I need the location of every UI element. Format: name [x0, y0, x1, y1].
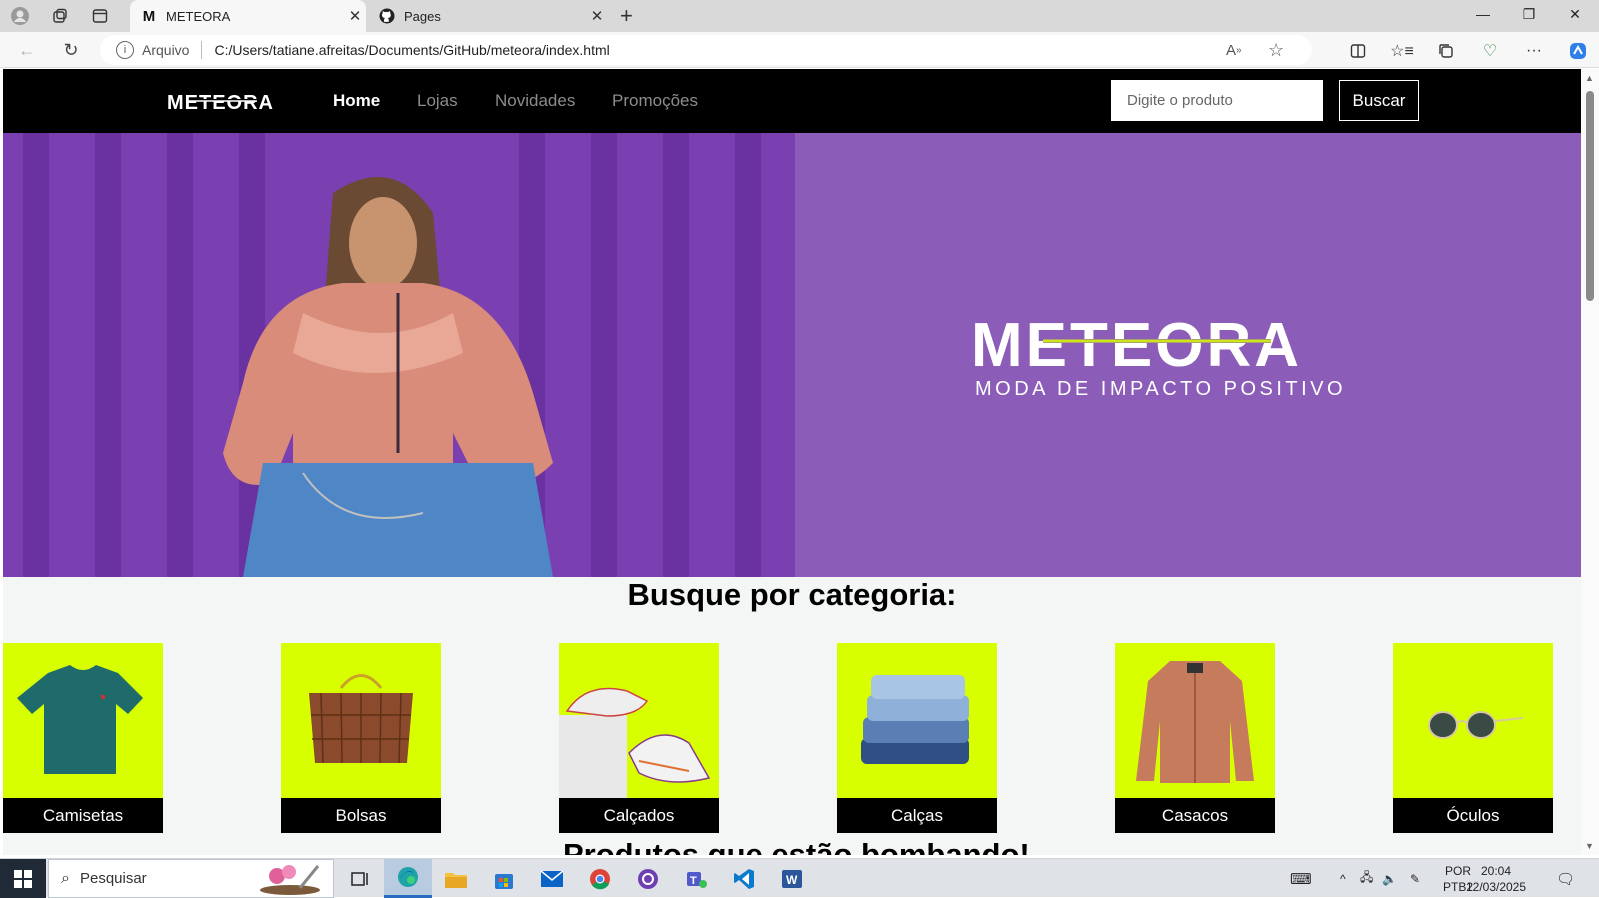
- hero-banner: METEORA MODA DE IMPACTO POSITIVO: [3, 133, 1581, 577]
- word-icon[interactable]: W: [768, 859, 816, 898]
- scroll-down-icon[interactable]: ▼: [1585, 841, 1594, 851]
- split-screen-icon[interactable]: [1344, 39, 1372, 63]
- svg-text:METEORA: METEORA: [167, 92, 274, 113]
- notifications-icon[interactable]: 🗨: [1556, 859, 1575, 898]
- svg-text:MODA DE IMPACTO POSITIVO: MODA DE IMPACTO POSITIVO: [975, 378, 1346, 400]
- vscode-icon[interactable]: [720, 859, 768, 898]
- site-header: METEORA Home Lojas Novidades Promoções B…: [3, 69, 1581, 133]
- address-bar: ← ↻ i Arquivo C:/Users/tatiane.afreitas/…: [0, 32, 1599, 68]
- svg-text:T: T: [690, 875, 697, 887]
- back-icon[interactable]: ←: [14, 38, 40, 62]
- pen-icon[interactable]: ✎: [1410, 859, 1420, 898]
- scroll-up-icon[interactable]: ▲: [1585, 73, 1594, 83]
- tshirt-image: [17, 665, 143, 774]
- category-card-calcas[interactable]: Calças: [837, 643, 997, 833]
- category-label: Óculos: [1393, 798, 1553, 833]
- browser-essentials-icon[interactable]: ♡: [1476, 39, 1504, 63]
- minimize-icon[interactable]: —: [1460, 0, 1506, 28]
- teams-icon[interactable]: T: [672, 859, 720, 898]
- tab-meteora[interactable]: M METEORA ✕: [130, 0, 366, 32]
- favorites-icon[interactable]: ☆≡: [1388, 39, 1416, 63]
- copilot-icon[interactable]: [1564, 39, 1592, 63]
- volume-icon[interactable]: 🔈: [1382, 859, 1397, 898]
- categories-title: Busque por categoria:: [627, 577, 957, 612]
- github-icon: [378, 7, 396, 25]
- restore-icon[interactable]: ❐: [1506, 0, 1552, 28]
- meteora-logo[interactable]: METEORA: [167, 89, 291, 113]
- sunglasses-image: [1428, 711, 1524, 739]
- category-card-camisetas[interactable]: Camisetas: [3, 643, 163, 833]
- category-card-calcados[interactable]: Calçados: [559, 643, 719, 833]
- product-search-input[interactable]: [1111, 80, 1323, 121]
- page-viewport: METEORA Home Lojas Novidades Promoções B…: [3, 69, 1581, 855]
- category-label: Calças: [837, 798, 997, 833]
- meteora-favicon-icon: M: [142, 7, 156, 25]
- keyboard-icon[interactable]: ⌨: [1290, 859, 1312, 898]
- show-hidden-icons-icon[interactable]: ^: [1340, 859, 1346, 898]
- new-tab-icon[interactable]: +: [620, 3, 633, 29]
- edge-taskbar-icon[interactable]: [384, 859, 432, 898]
- close-tab-icon[interactable]: ✕: [344, 7, 366, 25]
- site-info-icon[interactable]: i: [116, 41, 134, 59]
- close-window-icon[interactable]: ✕: [1552, 0, 1598, 28]
- category-card-oculos[interactable]: Óculos: [1393, 643, 1553, 833]
- url-text[interactable]: C:/Users/tatiane.afreitas/Documents/GitH…: [214, 42, 609, 58]
- windows-icon: [14, 869, 32, 888]
- category-label: Camisetas: [3, 798, 163, 833]
- tab-strip: M METEORA ✕ Pages ✕ + — ❐ ✕: [0, 0, 1599, 32]
- scrollbar-thumb[interactable]: [1586, 91, 1594, 301]
- nav-promocoes[interactable]: Promoções: [612, 91, 698, 111]
- refresh-icon[interactable]: ↻: [58, 38, 84, 62]
- hero-model-image: [3, 133, 795, 577]
- search-highlight-icon: [260, 865, 320, 895]
- start-button[interactable]: [0, 859, 46, 898]
- category-label: Calçados: [559, 798, 719, 833]
- taskbar: ⌕ Pesquisar T W ⌨ ^ 🖧 🔈 ✎ POR PTB2 20:04…: [0, 858, 1599, 898]
- url-divider: [201, 41, 203, 59]
- taskbar-search-placeholder: Pesquisar: [79, 870, 147, 887]
- url-field[interactable]: i Arquivo C:/Users/tatiane.afreitas/Docu…: [100, 35, 1312, 65]
- nav-lojas[interactable]: Lojas: [417, 91, 458, 111]
- category-label: Bolsas: [281, 798, 441, 833]
- task-view-icon[interactable]: [336, 859, 384, 898]
- category-card-casacos[interactable]: Casacos: [1115, 643, 1275, 833]
- tab-actions-icon[interactable]: [86, 4, 114, 28]
- nav-novidades[interactable]: Novidades: [495, 91, 575, 111]
- search-icon: ⌕: [61, 869, 70, 887]
- url-scheme-label: Arquivo: [142, 42, 190, 58]
- close-tab-icon[interactable]: ✕: [586, 7, 608, 25]
- github-desktop-icon[interactable]: [624, 859, 672, 898]
- taskbar-clock[interactable]: 20:04 12/03/2025: [1456, 863, 1536, 895]
- profile-icon[interactable]: [6, 4, 34, 28]
- file-explorer-icon[interactable]: [432, 859, 480, 898]
- more-options-icon[interactable]: ···: [1520, 39, 1548, 63]
- nav-home[interactable]: Home: [333, 91, 380, 111]
- tab-title: Pages: [404, 8, 441, 24]
- collections-icon[interactable]: [1432, 39, 1460, 63]
- store-icon[interactable]: [480, 859, 528, 898]
- jacket-image: [1136, 661, 1254, 783]
- category-label: Casacos: [1115, 798, 1275, 833]
- chrome-icon[interactable]: [576, 859, 624, 898]
- favorite-star-icon[interactable]: ☆: [1268, 35, 1284, 65]
- taskbar-search[interactable]: ⌕ Pesquisar: [48, 859, 334, 898]
- network-icon[interactable]: 🖧: [1360, 859, 1373, 898]
- read-aloud-icon[interactable]: A»: [1226, 35, 1242, 65]
- tab-pages[interactable]: Pages ✕: [368, 0, 608, 32]
- page-scrollbar[interactable]: ▲ ▼: [1581, 69, 1599, 855]
- category-card-bolsas[interactable]: Bolsas: [281, 643, 441, 833]
- next-section-title: Produtos que estão bombando!: [563, 837, 1030, 855]
- hero-brand-logo: METEORA MODA DE IMPACTO POSITIVO: [971, 311, 1346, 400]
- search-button[interactable]: Buscar: [1339, 80, 1419, 121]
- workspaces-icon[interactable]: [46, 4, 74, 28]
- jeans-image: [861, 675, 969, 764]
- tab-title: METEORA: [166, 8, 231, 24]
- svg-text:W: W: [786, 873, 798, 887]
- mail-icon[interactable]: [528, 859, 576, 898]
- sneakers-image: [559, 687, 711, 798]
- bag-image: [309, 674, 413, 764]
- svg-text:METEORA: METEORA: [971, 311, 1302, 380]
